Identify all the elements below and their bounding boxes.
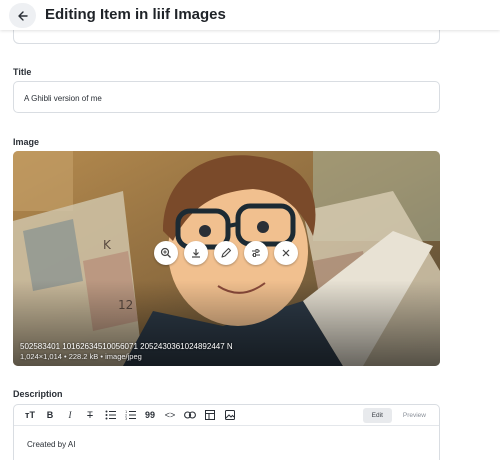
adjust-button[interactable] [244, 241, 268, 265]
zoom-button[interactable] [154, 241, 178, 265]
editor-toolbar: тT B I T 1 2 3 99 <> Edit Preview [14, 405, 439, 426]
title-input[interactable]: A Ghibli version of me [13, 81, 440, 113]
arrow-left-icon [17, 10, 28, 21]
quote-button[interactable]: 99 [140, 407, 160, 423]
top-bar: Editing Item in liif Images [0, 0, 500, 30]
bold-icon: B [46, 410, 54, 420]
remove-image-button[interactable] [274, 241, 298, 265]
code-icon: <> [164, 410, 176, 420]
edit-button[interactable] [214, 241, 238, 265]
tab-edit[interactable]: Edit [362, 408, 392, 423]
image-filename: 502583401 1016263451005607​1 20524303610… [20, 342, 233, 351]
image-action-bar [154, 241, 298, 265]
strikethrough-icon: T [87, 410, 93, 420]
back-button[interactable] [9, 3, 36, 28]
quote-icon: 99 [144, 410, 155, 420]
numbered-list-button[interactable]: 1 2 3 [120, 407, 140, 423]
text-size-icon: тT [25, 410, 35, 420]
title-label: Title [13, 67, 32, 77]
link-button[interactable] [180, 407, 200, 423]
image-info: 1,024×1,014 • 228.2 kB • image/jpeg [20, 352, 142, 361]
link-icon [184, 411, 196, 419]
numbered-list-icon: 1 2 3 [125, 410, 136, 420]
text-size-button[interactable]: тT [20, 407, 40, 423]
bullet-list-icon [105, 410, 116, 420]
svg-text:3: 3 [125, 417, 127, 420]
description-textarea[interactable]: Created by AI [14, 426, 439, 449]
editor-mode-tabs: Edit Preview [362, 408, 435, 423]
image-preview[interactable]: K 12 [13, 151, 440, 366]
italic-button[interactable]: I [60, 407, 80, 423]
bullet-list-button[interactable] [100, 407, 120, 423]
table-icon [205, 410, 215, 420]
code-button[interactable]: <> [160, 407, 180, 423]
page-title: Editing Item in liif Images [45, 6, 226, 23]
zoom-in-icon [160, 247, 171, 258]
sliders-icon [252, 249, 260, 257]
description-label: Description [13, 389, 63, 399]
description-editor: тT B I T 1 2 3 99 <> Edit Preview Create… [13, 404, 440, 460]
tab-preview[interactable]: Preview [394, 408, 435, 423]
close-icon [282, 249, 290, 257]
bold-button[interactable]: B [40, 407, 60, 423]
image-metadata: 502583401 1016263451005607​1 20524303610… [20, 342, 233, 362]
download-button[interactable] [184, 241, 208, 265]
italic-icon: I [68, 410, 72, 420]
strikethrough-button[interactable]: T [80, 407, 100, 423]
insert-image-button[interactable] [220, 407, 240, 423]
table-button[interactable] [200, 407, 220, 423]
image-icon [225, 410, 235, 420]
download-icon [192, 249, 200, 258]
image-label: Image [13, 137, 40, 147]
pencil-icon [221, 247, 232, 258]
